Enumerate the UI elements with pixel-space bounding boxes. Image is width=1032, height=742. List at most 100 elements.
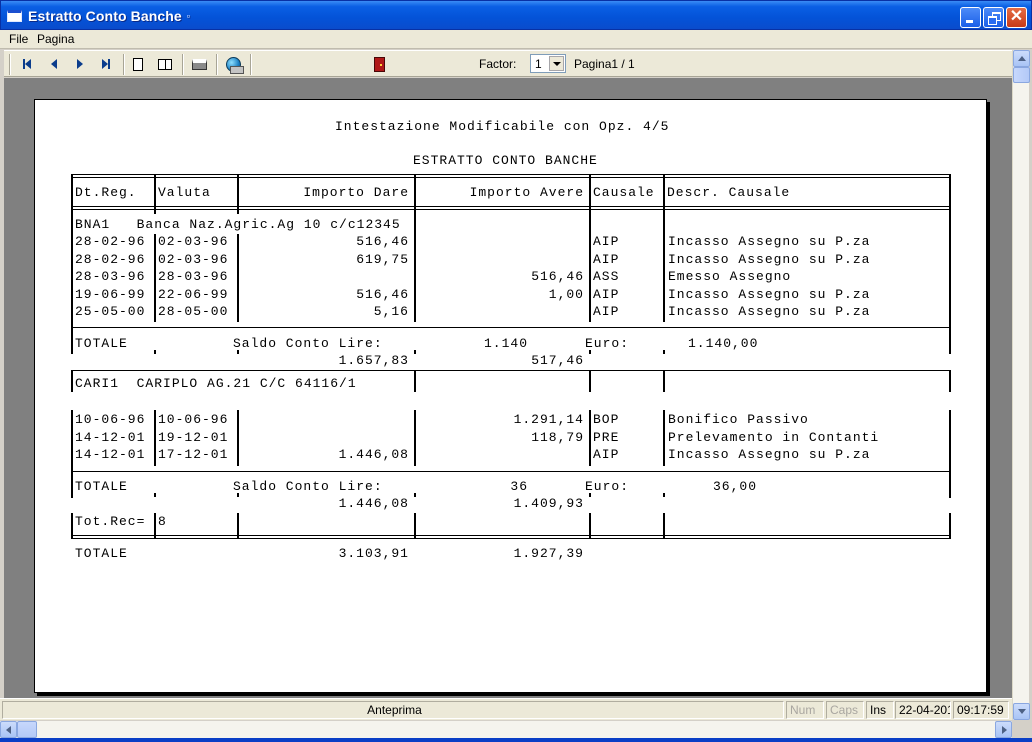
cell-valuta: 22-06-99 — [158, 287, 229, 302]
bank2-top-rule — [71, 370, 951, 371]
exit-button[interactable] — [369, 54, 389, 74]
page-icon — [133, 57, 143, 71]
cell-dare: 619,75 — [356, 252, 409, 267]
cell-dtreg: 14-12-01 — [75, 447, 146, 462]
scroll-down-button[interactable] — [1013, 703, 1030, 720]
cell-descr: Incasso Assegno su P.za — [668, 447, 871, 462]
window-bottom-border — [0, 738, 1032, 742]
cell-valuta: 02-03-96 — [158, 234, 229, 249]
col-divider — [589, 214, 591, 322]
cell-descr: Bonifico Passivo — [668, 412, 809, 427]
cell-avere: 1.291,14 — [513, 412, 584, 427]
bank1-tot-dare: 1.657,83 — [338, 353, 409, 368]
status-ins: Ins — [866, 701, 894, 719]
cell-valuta: 28-03-96 — [158, 269, 229, 284]
col-divider — [663, 370, 665, 392]
cell-valuta: 19-12-01 — [158, 430, 229, 445]
toolbar-separator — [182, 54, 184, 75]
status-date: 22-04-2016 — [895, 701, 951, 719]
title-bar[interactable]: Estratto Conto Banche ▫ ✕ — [0, 0, 1032, 30]
header-bottom-rule — [71, 206, 951, 210]
menu-file[interactable]: File — [9, 32, 28, 46]
table-border — [949, 214, 951, 354]
col-divider — [663, 214, 665, 322]
col-tick — [663, 493, 665, 497]
report-content: Intestazione Modificabile con Opz. 4/5 E… — [35, 100, 988, 694]
bank1-label: BNA1 Banca Naz.Agric.Ag 10 c/c12345 — [75, 217, 401, 232]
cell-dtreg: 28-03-96 — [75, 269, 146, 284]
toolbar-separator — [250, 54, 252, 75]
scroll-right-button[interactable] — [995, 721, 1012, 738]
table-border — [71, 214, 73, 354]
last-page-button[interactable] — [96, 54, 116, 74]
horizontal-scrollbar[interactable] — [0, 721, 1012, 738]
menu-pagina[interactable]: Pagina — [37, 32, 74, 46]
report-page: Intestazione Modificabile con Opz. 4/5 E… — [34, 99, 987, 693]
cell-dtreg: 10-06-96 — [75, 412, 146, 427]
col-tick — [414, 493, 416, 497]
scroll-left-button[interactable] — [0, 721, 17, 738]
scroll-up-button[interactable] — [1013, 50, 1030, 67]
export-button[interactable] — [223, 54, 244, 74]
col-tick — [663, 350, 665, 354]
next-page-button[interactable] — [70, 54, 90, 74]
toolbar-grip — [9, 54, 11, 75]
col-header-avere: Importo Avere — [469, 185, 584, 200]
cell-causale: AIP — [593, 304, 620, 319]
subtotal-rule — [71, 327, 951, 328]
cell-dtreg: 19-06-99 — [75, 287, 146, 302]
tot-rec-value: 8 — [158, 514, 167, 529]
bank2-saldo-label: Saldo Conto Lire: — [233, 479, 383, 494]
last-page-icon — [108, 59, 110, 69]
cell-dtreg: 14-12-01 — [75, 430, 146, 445]
vertical-scrollbar[interactable] — [1012, 50, 1030, 720]
toolbar-separator — [123, 54, 125, 75]
bank2-tot-avere: 1.409,93 — [513, 496, 584, 511]
col-header-dare: Importo Dare — [303, 185, 409, 200]
horizontal-scroll-thumb[interactable] — [17, 721, 37, 738]
tot-rec-label: Tot.Rec= — [75, 514, 146, 529]
arrow-left-icon — [51, 59, 57, 69]
print-button[interactable] — [189, 54, 209, 74]
cell-descr: Incasso Assegno su P.za — [668, 287, 871, 302]
factor-select[interactable]: 1 — [530, 54, 566, 73]
cell-causale: AIP — [593, 234, 620, 249]
first-page-button[interactable] — [17, 54, 37, 74]
cell-dare: 516,46 — [356, 287, 409, 302]
bank2-totale-label: TOTALE — [75, 479, 128, 494]
table-border — [949, 370, 951, 392]
col-tick — [154, 493, 156, 497]
bank1-tot-avere: 517,46 — [531, 353, 584, 368]
col-divider — [663, 410, 665, 466]
grand-total-avere: 1.927,39 — [513, 546, 584, 561]
close-button[interactable]: ✕ — [1006, 7, 1027, 28]
page-indicator: Pagina1 / 1 — [574, 57, 635, 71]
status-bar: Anteprima Num Caps Ins 22-04-2016 09:17:… — [0, 698, 1012, 720]
table-top-rule — [71, 174, 951, 178]
cell-dare: 1.446,08 — [338, 447, 409, 462]
grand-total-rule — [71, 535, 951, 539]
chevron-down-icon[interactable] — [549, 56, 564, 71]
status-caps: Caps — [826, 701, 864, 719]
col-tick — [414, 350, 416, 354]
cell-descr: Emesso Assegno — [668, 269, 792, 284]
cell-valuta: 17-12-01 — [158, 447, 229, 462]
grand-total-dare: 3.103,91 — [338, 546, 409, 561]
two-pages-button[interactable] — [155, 54, 175, 74]
cell-causale: AIP — [593, 252, 620, 267]
cell-dtreg: 28-02-96 — [75, 252, 146, 267]
single-page-button[interactable] — [128, 54, 148, 74]
cell-causale: ASS — [593, 269, 620, 284]
bank1-saldo-euro: 1.140,00 — [688, 336, 759, 351]
cell-descr: Incasso Assegno su P.za — [668, 252, 871, 267]
report-title: ESTRATTO CONTO BANCHE — [413, 153, 598, 168]
minimize-button[interactable] — [960, 7, 981, 28]
col-tick — [237, 493, 239, 497]
status-num: Num — [786, 701, 824, 719]
maximize-button[interactable] — [983, 7, 1004, 28]
col-tick — [237, 350, 239, 354]
previous-page-button[interactable] — [44, 54, 64, 74]
grand-total-label: TOTALE — [75, 546, 128, 561]
preview-area[interactable]: Intestazione Modificabile con Opz. 4/5 E… — [4, 78, 1012, 698]
vertical-scroll-thumb[interactable] — [1013, 67, 1030, 83]
